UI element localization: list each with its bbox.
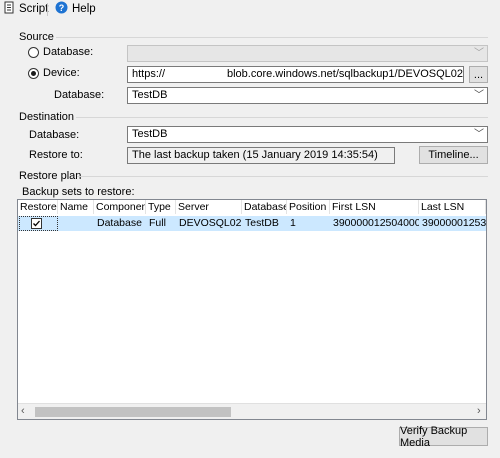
toolbar-separator	[47, 3, 48, 16]
column-header-server[interactable]: Server	[176, 200, 242, 214]
device-radio-label: Device:	[43, 67, 80, 79]
column-header-last-lsn[interactable]: Last LSN	[419, 200, 486, 214]
column-header-type[interactable]: Type	[146, 200, 176, 214]
scroll-right-icon[interactable]: ›	[477, 405, 481, 417]
device-path-suffix: blob.core.windows.net/sqlbackup1/DEVOSQL…	[227, 68, 464, 80]
source-divider	[56, 37, 488, 38]
column-header-position[interactable]: Position	[287, 200, 330, 214]
destination-database-select[interactable]: TestDB ﹀	[127, 126, 488, 143]
help-icon: ?	[55, 1, 68, 17]
destination-section-header: Destination	[19, 110, 75, 123]
destination-database-value: TestDB	[132, 128, 168, 140]
restore-plan-divider	[77, 176, 488, 177]
toolbar: Script ▼ ? Help	[0, 0, 500, 20]
database-radio[interactable]	[28, 47, 39, 58]
device-path-prefix: https://	[132, 68, 166, 80]
restore-to-label: Restore to:	[29, 149, 83, 161]
cell-last-lsn: 39000001253600	[422, 217, 486, 229]
column-header-component[interactable]: Component	[94, 200, 146, 214]
source-database-label: Database:	[54, 89, 105, 101]
destination-divider	[76, 117, 488, 118]
restore-plan-section-header: Restore plan	[19, 169, 82, 182]
checkmark-icon	[33, 220, 40, 227]
cell-first-lsn: 39000001250400037	[333, 217, 419, 229]
restore-to-field: The last backup taken (15 January 2019 1…	[127, 147, 395, 164]
column-header-database[interactable]: Database	[242, 200, 287, 214]
svg-text:?: ?	[59, 3, 65, 13]
source-database-select[interactable]: TestDB ﹀	[127, 87, 488, 104]
help-label: Help	[72, 3, 96, 15]
scrollbar-thumb[interactable]	[35, 407, 231, 417]
cell-position: 1	[290, 217, 296, 229]
timeline-button[interactable]: Timeline...	[419, 146, 488, 164]
column-header-first-lsn[interactable]: First LSN	[330, 200, 419, 214]
column-header-name[interactable]: Name	[58, 200, 94, 214]
browse-device-button[interactable]: ...	[469, 66, 488, 83]
verify-backup-media-button[interactable]: Verify Backup Media	[399, 425, 488, 449]
cell-component: Database	[97, 217, 142, 229]
device-radio[interactable]	[28, 68, 39, 79]
database-radio-label: Database:	[43, 46, 94, 58]
chevron-down-icon: ﹀	[474, 129, 484, 140]
chevron-down-icon: ﹀	[474, 48, 484, 59]
script-icon	[3, 1, 15, 17]
backup-sets-grid[interactable]: Restore Name Component Type Server Datab…	[17, 199, 487, 420]
source-database-value: TestDB	[132, 89, 168, 101]
cell-name	[58, 217, 94, 230]
cell-type: Full	[149, 217, 166, 229]
destination-database-label: Database:	[29, 129, 80, 141]
source-database-combo: ﹀	[127, 45, 488, 62]
help-button[interactable]: ? Help	[55, 1, 96, 17]
source-section-header: Source	[19, 30, 54, 43]
horizontal-scrollbar[interactable]: ‹ ›	[18, 403, 486, 419]
backup-sets-label: Backup sets to restore:	[22, 186, 135, 198]
column-header-restore[interactable]: Restore	[18, 200, 58, 214]
cell-database: TestDB	[245, 217, 279, 229]
restore-checkbox[interactable]	[31, 218, 42, 229]
device-path-field[interactable]: https:// blob.core.windows.net/sqlbackup…	[127, 66, 464, 83]
chevron-down-icon: ﹀	[474, 90, 484, 101]
scroll-left-icon[interactable]: ‹	[21, 405, 25, 417]
cell-server: DEVOSQL021	[179, 217, 242, 229]
script-label: Script	[19, 3, 49, 15]
